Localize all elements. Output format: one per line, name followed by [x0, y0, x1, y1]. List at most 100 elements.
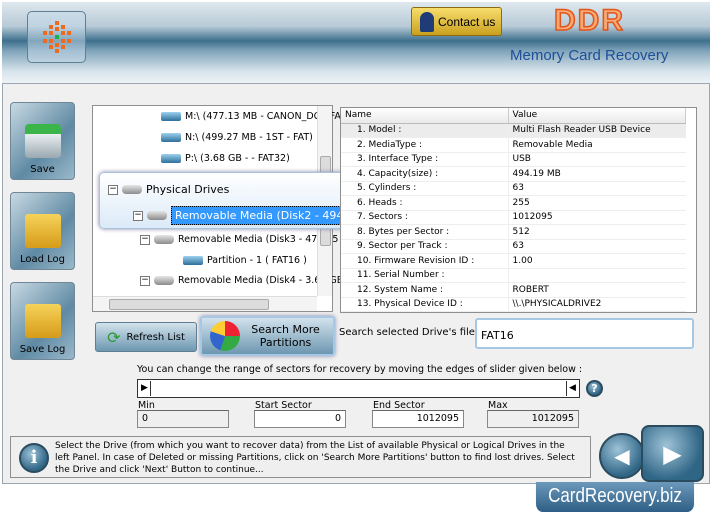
- load-log-button[interactable]: Load Log: [10, 192, 75, 270]
- tree-item-physical-drives[interactable]: − Physical Drives: [108, 183, 229, 196]
- save-log-icon: [24, 304, 61, 338]
- next-arrow-icon: ▶: [663, 439, 682, 468]
- property-name: 13. Physical Device ID :: [341, 297, 509, 312]
- property-name: 3. Interface Type :: [341, 152, 509, 167]
- refresh-icon: ⟳: [107, 327, 121, 347]
- file-system-input[interactable]: FAT16: [475, 318, 694, 349]
- table-row[interactable]: 2. MediaType : Removable Media: [341, 137, 686, 153]
- info-text: Select the Drive (from which you want to…: [55, 441, 575, 475]
- tree-item-selected[interactable]: − Removable Media (Disk2 - 494.19: [133, 206, 365, 225]
- property-name: 12. System Name :: [341, 282, 509, 298]
- pie-chart-icon: [209, 321, 240, 351]
- tree-item[interactable]: Partition - 1 ( FAT16 ): [183, 255, 307, 266]
- tree-item-label: Partition - 1 ( FAT16 ): [207, 255, 307, 266]
- save-button[interactable]: Save: [10, 102, 75, 180]
- logo-icon: [42, 21, 71, 53]
- property-value: ROBERT: [508, 282, 686, 298]
- tree-item[interactable]: M:\ (477.13 MB - CANON_DC - FA: [161, 111, 341, 122]
- tree-item[interactable]: − Removable Media (Disk3 - 470.65: [140, 234, 338, 245]
- hard-disk-icon: [122, 185, 142, 194]
- collapse-icon[interactable]: −: [140, 234, 150, 245]
- contact-us-button[interactable]: Contact us: [411, 7, 502, 36]
- collapse-icon[interactable]: −: [108, 184, 118, 195]
- save-label: Save: [30, 164, 55, 175]
- save-log-button[interactable]: Save Log: [10, 282, 75, 360]
- tree-item[interactable]: P:\ (3.68 GB - - FAT32): [161, 153, 290, 164]
- drive-icon: [161, 112, 181, 121]
- table-row[interactable]: 12. System Name : ROBERT: [341, 282, 686, 298]
- table-row[interactable]: 5. Cylinders :63: [341, 181, 686, 196]
- collapse-icon[interactable]: −: [133, 210, 143, 221]
- slider-start-handle[interactable]: ▶: [139, 381, 151, 396]
- person-icon: [420, 11, 434, 32]
- save-log-label: Save Log: [19, 344, 66, 355]
- property-name: 6. Heads :: [341, 195, 509, 211]
- back-arrow-icon: ◀: [614, 444, 630, 468]
- slider-end-handle[interactable]: ◀: [566, 381, 578, 396]
- next-button[interactable]: ▶: [641, 425, 704, 482]
- hard-disk-icon: [154, 276, 174, 285]
- drive-properties-table: Name Value 1. Model : Multi Flash Reader US…: [340, 107, 697, 313]
- table-row[interactable]: 1. Model : Multi Flash Reader USB Device: [341, 123, 686, 138]
- property-name: 9. Sector per Track :: [341, 239, 509, 254]
- brand-logo: DDR: [553, 3, 625, 38]
- tree-item[interactable]: − Removable Media (Disk4 - 3.68 GB: [140, 275, 343, 286]
- property-name: 11. Serial Number :: [341, 268, 509, 283]
- property-value: 1012095: [508, 210, 686, 225]
- property-name: 10. Firmware Revision ID :: [341, 253, 509, 269]
- property-value: Multi Flash Reader USB Device: [508, 123, 686, 138]
- property-value: [508, 268, 686, 283]
- table-row[interactable]: 11. Serial Number :: [341, 268, 686, 283]
- drive-icon: [161, 154, 181, 163]
- refresh-list-label: Refresh List: [126, 331, 185, 343]
- back-button[interactable]: ◀: [599, 433, 645, 479]
- help-icon[interactable]: ?: [586, 380, 603, 397]
- info-panel: i Select the Drive (from which you want …: [10, 436, 591, 478]
- property-value: 494.19 MB: [508, 166, 686, 182]
- tree-item-label: Removable Media (Disk2 - 494.19: [171, 206, 365, 225]
- tree-horizontal-scrollbar[interactable]: [93, 296, 317, 311]
- property-value: USB: [508, 152, 686, 167]
- info-icon: i: [19, 443, 49, 473]
- property-name: 2. MediaType :: [341, 137, 509, 153]
- property-name: 4. Capacity(size) :: [341, 166, 509, 182]
- tree-item-label: P:\ (3.68 GB - - FAT32): [185, 153, 290, 164]
- website-badge[interactable]: CardRecovery.biz: [535, 482, 695, 512]
- search-more-partitions-button[interactable]: Search More Partitions: [200, 316, 335, 356]
- app-logo: [27, 11, 86, 63]
- end-sector-input[interactable]: 1012095: [372, 410, 464, 428]
- property-name: 1. Model :: [341, 123, 509, 138]
- property-value: 63: [508, 239, 686, 254]
- collapse-icon[interactable]: −: [140, 275, 150, 286]
- property-value: \\.\PHYSICALDRIVE2: [508, 297, 686, 312]
- column-header-name[interactable]: Name: [341, 108, 509, 124]
- refresh-list-button[interactable]: ⟳ Refresh List: [95, 322, 197, 352]
- column-header-value[interactable]: Value: [508, 108, 686, 124]
- min-field: 0: [137, 410, 229, 428]
- table-row[interactable]: 13. Physical Device ID : \\.\PHYSICALDRIV…: [341, 297, 686, 312]
- tree-item-label: N:\ (499.27 MB - 1ST - FAT): [185, 132, 313, 143]
- table-row[interactable]: 6. Heads :255: [341, 195, 686, 211]
- load-log-label: Load Log: [19, 254, 66, 265]
- table-row[interactable]: 10. Firmware Revision ID :1.00: [341, 253, 686, 269]
- table-row[interactable]: 7. Sectors :1012095: [341, 210, 686, 225]
- save-icon: [24, 124, 61, 158]
- tree-item-label: Physical Drives: [146, 183, 230, 196]
- property-value: Removable Media: [508, 137, 686, 153]
- property-name: 8. Bytes per Sector :: [341, 224, 509, 240]
- sector-range-slider[interactable]: ▶ ◀: [137, 379, 580, 398]
- property-value: 63: [508, 181, 686, 196]
- tree-item[interactable]: N:\ (499.27 MB - 1ST - FAT): [161, 132, 313, 143]
- hard-disk-icon: [147, 211, 167, 220]
- table-row[interactable]: 4. Capacity(size) :494.19 MB: [341, 166, 686, 182]
- table-row[interactable]: 9. Sector per Track :63: [341, 239, 686, 254]
- start-sector-input[interactable]: 0: [254, 410, 346, 428]
- table-row[interactable]: 8. Bytes per Sector :512: [341, 224, 686, 240]
- load-log-icon: [24, 214, 61, 248]
- max-field: 1012095: [487, 410, 579, 428]
- table-row[interactable]: 3. Interface Type : USB: [341, 152, 686, 167]
- product-title: Memory Card Recovery: [510, 47, 669, 64]
- hard-disk-icon: [154, 235, 174, 244]
- property-value: 1.00: [508, 253, 686, 269]
- contact-us-label: Contact us: [438, 14, 496, 29]
